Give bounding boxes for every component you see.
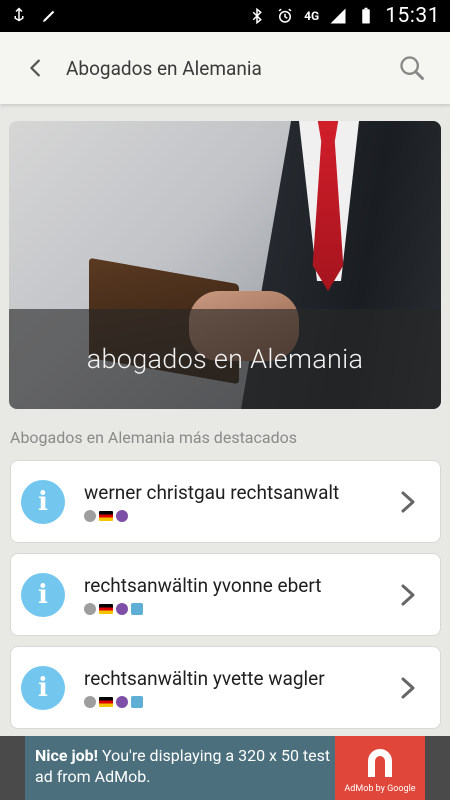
badge-row — [84, 510, 388, 522]
hero-caption: abogados en Alemania — [86, 343, 364, 375]
battery-icon — [362, 7, 370, 24]
phone-icon — [131, 603, 143, 615]
edit-icon — [43, 10, 55, 22]
list-item[interactable]: i werner christgau rechtsanwalt — [10, 460, 441, 543]
badge-row — [84, 603, 388, 615]
back-button[interactable] — [8, 32, 64, 104]
ad-text: Nice job! You're displaying a 320 x 50 t… — [25, 736, 335, 800]
germany-flag-icon — [99, 511, 113, 521]
viber-icon — [116, 510, 128, 522]
viber-icon — [116, 696, 128, 708]
badge-row — [84, 696, 388, 708]
lawyer-name: rechtsanwältin yvette wagler — [84, 667, 325, 690]
chevron-right-icon — [388, 646, 428, 729]
list-item[interactable]: i rechtsanwältin yvonne ebert — [10, 553, 441, 636]
ad-brand-label: AdMob by Google — [344, 783, 416, 794]
ad-brand: AdMob by Google — [335, 736, 425, 800]
bluetooth-icon — [252, 7, 262, 25]
section-header: Abogados en Alemania más destacados — [10, 428, 297, 447]
list-item[interactable]: i rechtsanwältin yvette wagler — [10, 646, 441, 729]
info-icon: i — [21, 479, 65, 524]
info-icon: i — [21, 665, 65, 710]
phone-icon — [131, 696, 143, 708]
ad-content[interactable]: Nice job! You're displaying a 320 x 50 t… — [25, 736, 425, 800]
lawyer-name: rechtsanwältin yvonne ebert — [84, 574, 322, 597]
info-icon: i — [21, 572, 65, 617]
app-bar: Abogados en Alemania — [0, 32, 450, 104]
signal-icon — [330, 8, 346, 24]
chevron-left-icon — [30, 59, 40, 77]
network-type: 4G — [304, 9, 320, 23]
hero-banner[interactable]: abogados en Alemania — [9, 121, 441, 409]
rating-icon — [84, 510, 96, 522]
viber-icon — [116, 603, 128, 615]
rating-icon — [84, 603, 96, 615]
admob-logo-icon — [368, 748, 392, 777]
search-button[interactable] — [384, 32, 440, 104]
alarm-icon — [278, 8, 292, 23]
usb-icon — [14, 7, 24, 22]
status-bar: 4G 15:31 — [0, 0, 450, 32]
ad-banner[interactable]: Nice job! You're displaying a 320 x 50 t… — [0, 736, 450, 800]
page-title: Abogados en Alemania — [66, 56, 262, 80]
germany-flag-icon — [99, 604, 113, 614]
chevron-right-icon — [388, 460, 428, 543]
search-icon — [400, 56, 424, 80]
lawyer-name: werner christgau rechtsanwalt — [84, 481, 340, 504]
hero-caption-overlay: abogados en Alemania — [9, 309, 441, 409]
germany-flag-icon — [99, 697, 113, 707]
clock: 15:31 — [385, 4, 440, 28]
chevron-right-icon — [388, 553, 428, 636]
ad-highlight: Nice job! — [35, 746, 98, 765]
rating-icon — [84, 696, 96, 708]
